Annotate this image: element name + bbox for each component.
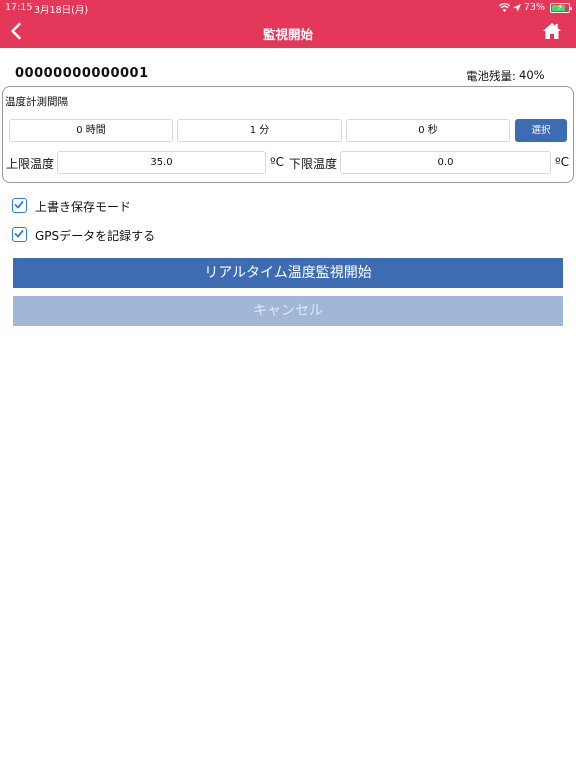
battery-level-value: 40% [519,68,545,82]
lower-limit-unit: ºC [555,155,570,169]
checkmark-icon [14,230,24,238]
device-serial-number: 00000000000001 [15,66,149,81]
battery-level-label: 電池残量: [466,69,516,83]
interval-label: 温度計測間隔 [5,96,68,108]
battery-charging-icon: ⚡ [550,2,572,13]
checkmark-icon [14,201,24,209]
upper-limit-unit: ºC [270,155,285,169]
cancel-button[interactable]: キャンセル [13,296,563,326]
upper-limit-input[interactable]: 35.0 [57,151,266,174]
location-arrow-icon [512,3,521,12]
status-date: 3月18日(月) [34,5,89,16]
select-interval-button[interactable]: 選択 [515,119,567,142]
battery-percent: 73% [523,2,545,13]
status-time: 17:15 [5,2,33,13]
gps-record-label[interactable]: GPSデータを記録する [35,227,155,244]
overwrite-mode-label[interactable]: 上書き保存モード [35,198,131,215]
overwrite-mode-checkbox[interactable] [12,198,27,213]
status-bar: 17:15 3月18日(月) 73% ⚡ [0,0,576,16]
page-title: 監視開始 [262,27,313,42]
interval-hours-field[interactable]: 0 時間 [9,119,173,142]
upper-limit-label: 上限温度 [6,157,55,171]
start-monitoring-button[interactable]: リアルタイム温度監視開始 [13,258,563,288]
status-indicators: 73% ⚡ [498,2,572,13]
interval-seconds-field[interactable]: 0 秒 [346,119,510,142]
home-icon[interactable] [542,22,562,40]
interval-minutes-field[interactable]: 1 分 [177,119,342,142]
lower-limit-input[interactable]: 0.0 [340,151,551,174]
lower-limit-label: 下限温度 [289,157,338,171]
gps-record-checkbox[interactable] [12,227,27,242]
wifi-icon [498,3,510,12]
